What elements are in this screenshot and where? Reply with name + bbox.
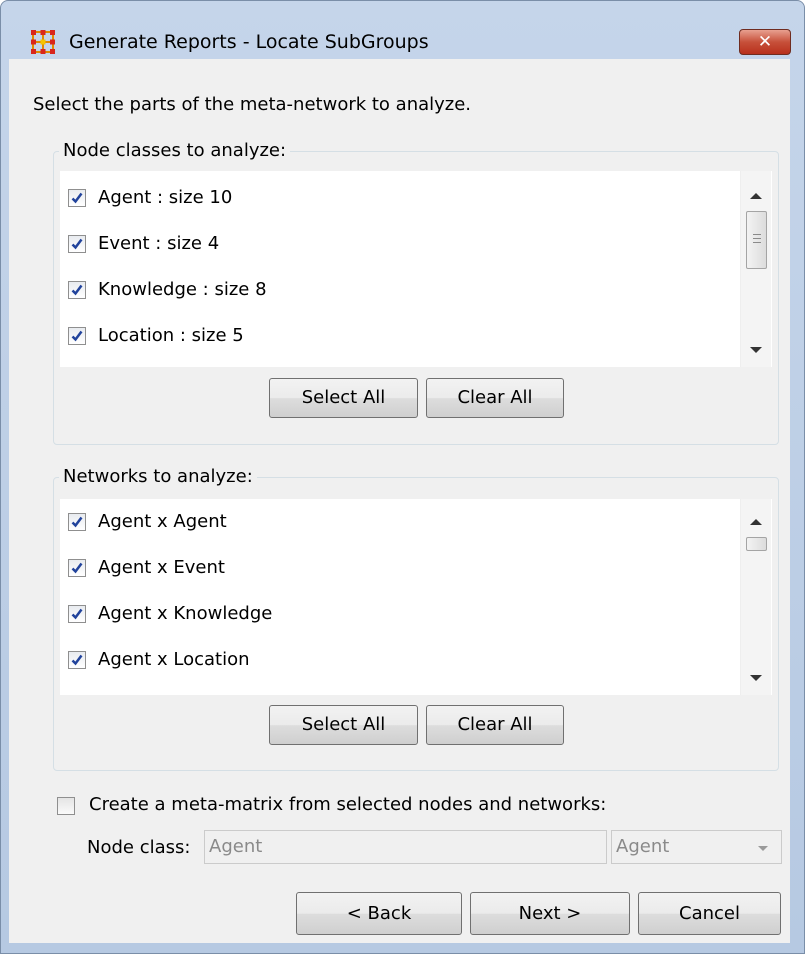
create-meta-matrix-label: Create a meta-matrix from selected nodes… (89, 794, 607, 815)
close-button[interactable]: ✕ (739, 29, 791, 55)
check-icon (71, 238, 83, 250)
list-item-label: Knowledge : size 8 (98, 279, 267, 300)
checkbox-agent-x-agent[interactable] (68, 513, 86, 531)
scroll-down-icon[interactable] (750, 675, 762, 681)
checkbox-agent[interactable] (68, 189, 86, 207)
list-item-label: Agent x Knowledge (98, 603, 273, 624)
node-clear-all-button[interactable]: Clear All (426, 378, 564, 418)
checkbox-location[interactable] (68, 327, 86, 345)
list-item-label: Agent x Agent (98, 511, 227, 532)
list-item-label: Event : size 4 (98, 233, 220, 254)
networks-legend: Networks to analyze: (59, 466, 257, 488)
dialog-content: Select the parts of the meta-network to … (9, 59, 790, 943)
dialog-window: Generate Reports - Locate SubGroups ✕ Se… (0, 0, 805, 954)
checkbox-knowledge[interactable] (68, 281, 86, 299)
chevron-down-icon (758, 846, 768, 851)
networks-list[interactable]: Agent x Agent Agent x Event Agent x Know… (60, 499, 772, 695)
check-icon (71, 284, 83, 296)
network-clear-all-button[interactable]: Clear All (426, 705, 564, 745)
network-select-all-button[interactable]: Select All (269, 705, 418, 745)
checkbox-agent-x-knowledge[interactable] (68, 605, 86, 623)
scroll-thumb[interactable] (746, 537, 767, 551)
list-item-label: Agent x Location (98, 649, 250, 670)
title-bar[interactable]: Generate Reports - Locate SubGroups ✕ (1, 1, 805, 59)
list-item-label: Agent x Event (98, 557, 225, 578)
back-button[interactable]: < Back (296, 892, 462, 935)
scroll-up-icon[interactable] (750, 193, 762, 199)
list-item-label: Agent : size 10 (98, 187, 233, 208)
close-icon: ✕ (757, 32, 773, 52)
node-class-combo[interactable]: Agent (611, 830, 782, 864)
check-icon (71, 516, 83, 528)
node-classes-list[interactable]: Agent : size 10 Event : size 4 Knowledge… (60, 171, 772, 367)
check-icon (71, 654, 83, 666)
check-icon (71, 192, 83, 204)
scroll-up-icon[interactable] (750, 519, 762, 525)
node-class-label: Node class: (87, 837, 191, 858)
scroll-thumb[interactable] (746, 211, 767, 269)
window-title: Generate Reports - Locate SubGroups (69, 31, 429, 53)
cancel-button[interactable]: Cancel (638, 892, 781, 935)
check-icon (71, 330, 83, 342)
instructions-text: Select the parts of the meta-network to … (33, 94, 472, 115)
check-icon (71, 608, 83, 620)
next-button[interactable]: Next > (470, 892, 630, 935)
networks-scrollbar[interactable] (740, 499, 771, 695)
node-select-all-button[interactable]: Select All (269, 378, 418, 418)
scroll-down-icon[interactable] (750, 347, 762, 353)
grid-network-icon (31, 30, 55, 54)
checkbox-event[interactable] (68, 235, 86, 253)
create-meta-matrix-checkbox[interactable] (57, 797, 75, 815)
list-item-label: Location : size 5 (98, 325, 244, 346)
node-class-field[interactable]: Agent (204, 830, 607, 864)
node-classes-legend: Node classes to analyze: (59, 140, 291, 162)
node-classes-scrollbar[interactable] (740, 171, 771, 367)
checkbox-agent-x-event[interactable] (68, 559, 86, 577)
check-icon (71, 562, 83, 574)
checkbox-agent-x-location[interactable] (68, 651, 86, 669)
